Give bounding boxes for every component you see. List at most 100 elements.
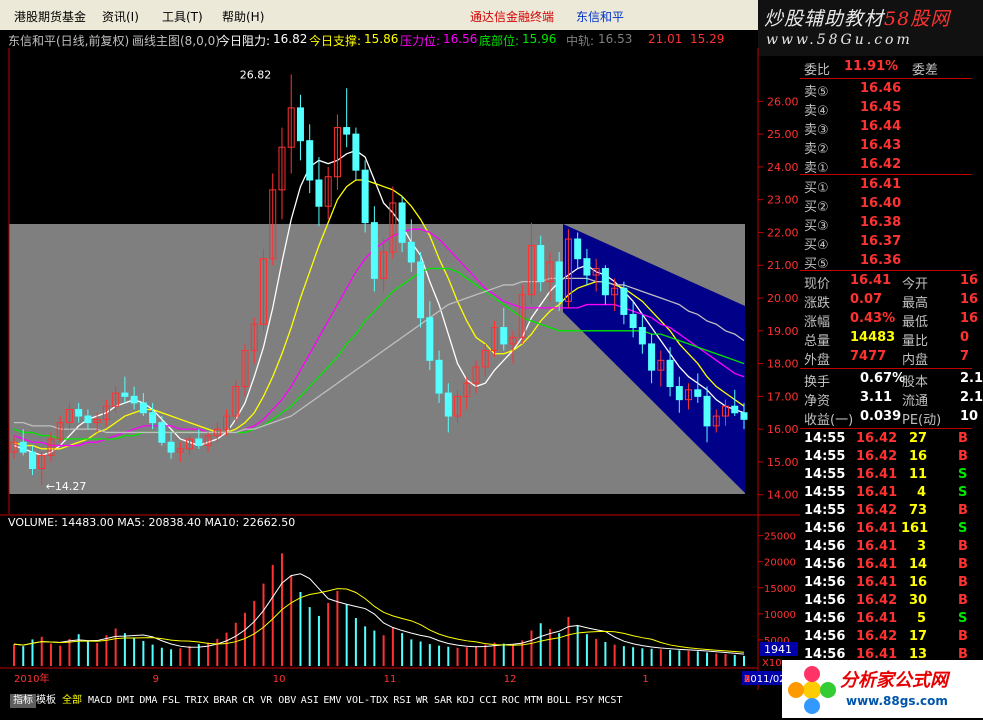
menu-tools[interactable]: 工具(T)	[162, 8, 203, 25]
tab-roc[interactable]: ROC	[502, 694, 520, 708]
ask-row: 卖⑤ 16.46	[800, 80, 983, 100]
brand-title-prefix: 炒股辅助教材	[764, 8, 885, 30]
price-tick-label: 24.00	[767, 161, 799, 174]
stat-value-2: 0	[960, 330, 970, 345]
candle-body	[84, 415, 92, 424]
tick-price: 16.41	[856, 539, 898, 554]
candle-body	[740, 412, 748, 420]
tab-fsl[interactable]: FSL	[162, 694, 180, 708]
tab-macd[interactable]: MACD	[88, 694, 112, 708]
ask-row: 卖② 16.43	[800, 137, 983, 157]
tab-rsi[interactable]: RSI	[393, 694, 411, 708]
ask-row: 卖③ 16.44	[800, 118, 983, 138]
volume-label: VOLUME:	[8, 516, 58, 529]
tab-emv[interactable]: EMV	[323, 694, 341, 708]
tick-price: 16.42	[856, 593, 898, 608]
stat-label: 总量	[804, 334, 831, 349]
candle-body	[121, 392, 129, 397]
candle-body	[195, 438, 203, 447]
chart-annotation: ←14.27	[46, 480, 87, 493]
stock-name: 东信和平	[576, 10, 625, 24]
tab-brar[interactable]: BRAR	[213, 694, 237, 708]
candle-body	[500, 327, 508, 345]
tab-kdj[interactable]: KDJ	[457, 694, 475, 708]
tick-side: B	[958, 629, 968, 644]
x-axis-label: 10	[273, 674, 286, 685]
bid-price: 16.37	[860, 234, 902, 249]
tick-volume: 3	[917, 539, 927, 554]
tab-mtm[interactable]: MTM	[524, 694, 542, 708]
candle-body	[75, 408, 83, 417]
ask-price: 16.42	[860, 157, 902, 172]
tick-price: 16.41	[856, 485, 898, 500]
ask-label: 卖⑤	[804, 85, 829, 100]
tick-side: B	[958, 557, 968, 572]
fund-value: 3.11	[860, 390, 893, 405]
volume-tick-label: 25000	[764, 532, 796, 543]
tick-volume: 161	[901, 521, 929, 536]
tab-sar[interactable]: SAR	[434, 694, 452, 708]
tab-cr[interactable]: CR	[242, 694, 254, 708]
tab-dmi[interactable]: DMI	[117, 694, 135, 708]
tick-row: 14:55 16.42 73 B	[800, 502, 983, 521]
fund-label-2: 股本	[902, 375, 929, 390]
menu-hk-futures[interactable]: 港股期货基金	[14, 8, 86, 25]
extra-value-2: 15.29	[690, 32, 725, 46]
separator-line	[800, 428, 972, 429]
tab-dma[interactable]: DMA	[139, 694, 157, 708]
price-volume-chart[interactable]: 26.00 25.00 24.00 23.00 22.00 21.00 20.00 19.00…	[0, 48, 800, 720]
candle-body	[417, 261, 425, 319]
tick-side: B	[958, 575, 968, 590]
x-axis-label: 12	[504, 674, 517, 685]
fund-value-2: 10	[960, 409, 979, 424]
tab-全部[interactable]: 全部	[62, 694, 82, 708]
tick-side: S	[958, 485, 968, 500]
tick-side: S	[958, 521, 968, 536]
pressure-label: 压力位:	[400, 34, 441, 48]
tab-mcst[interactable]: MCST	[598, 694, 622, 708]
candle-body	[638, 327, 646, 345]
tick-volume: 5	[917, 611, 927, 626]
tick-row: 14:56 16.41 5 S	[800, 610, 983, 629]
tab-obv[interactable]: OBV	[278, 694, 296, 708]
menu-info[interactable]: 资讯(I)	[102, 8, 139, 25]
x-axis-label: 11	[384, 674, 397, 685]
tab-vol-tdx[interactable]: VOL-TDX	[346, 694, 388, 708]
stat-value-2: 16	[960, 311, 979, 326]
tick-side: B	[958, 503, 968, 518]
price-tick-label: 16.00	[767, 423, 799, 436]
tab-模板[interactable]: 模板	[36, 694, 56, 708]
tab-指标[interactable]: 指标	[10, 694, 36, 708]
tab-psy[interactable]: PSY	[576, 694, 594, 708]
tab-asi[interactable]: ASI	[301, 694, 319, 708]
tick-row: 14:55 16.42 16 B	[800, 448, 983, 467]
chart-info-bar: 东信和平(日线,前复权) 画线主图(8,0,0) 今日阻力: 16.82 今日支…	[0, 30, 758, 48]
tick-price: 16.42	[856, 449, 898, 464]
tick-volume: 17	[909, 629, 928, 644]
stat-value-2: 16	[960, 292, 979, 307]
resistance-label: 今日阻力:	[218, 34, 271, 48]
stat-value-2: 7	[960, 349, 970, 364]
tab-boll[interactable]: BOLL	[547, 694, 571, 708]
price-tick-label: 17.00	[767, 390, 799, 403]
separator-line	[800, 174, 972, 175]
logo-flower-icon	[788, 666, 836, 714]
tick-time: 14:56	[804, 629, 846, 644]
fund-value: 0.67%	[860, 371, 906, 386]
brand-url: www.58Gu.com	[766, 32, 913, 48]
stat-label: 外盘	[804, 353, 831, 368]
menu-help[interactable]: 帮助(H)	[222, 8, 264, 25]
tab-wr[interactable]: WR	[416, 694, 428, 708]
tick-side: S	[958, 611, 968, 626]
ask-label: 卖③	[804, 123, 829, 138]
candle-body	[620, 287, 628, 315]
chart-title: 东信和平(日线,前复权)	[8, 34, 130, 48]
ask-price: 16.43	[860, 138, 902, 153]
tab-vr[interactable]: VR	[260, 694, 272, 708]
candle-body	[343, 127, 351, 135]
tab-trix[interactable]: TRIX	[185, 694, 209, 708]
fund-value-2: 2.1	[960, 371, 983, 386]
candle-body	[574, 238, 582, 260]
tab-cci[interactable]: CCI	[479, 694, 497, 708]
fund-label: 换手	[804, 375, 831, 390]
